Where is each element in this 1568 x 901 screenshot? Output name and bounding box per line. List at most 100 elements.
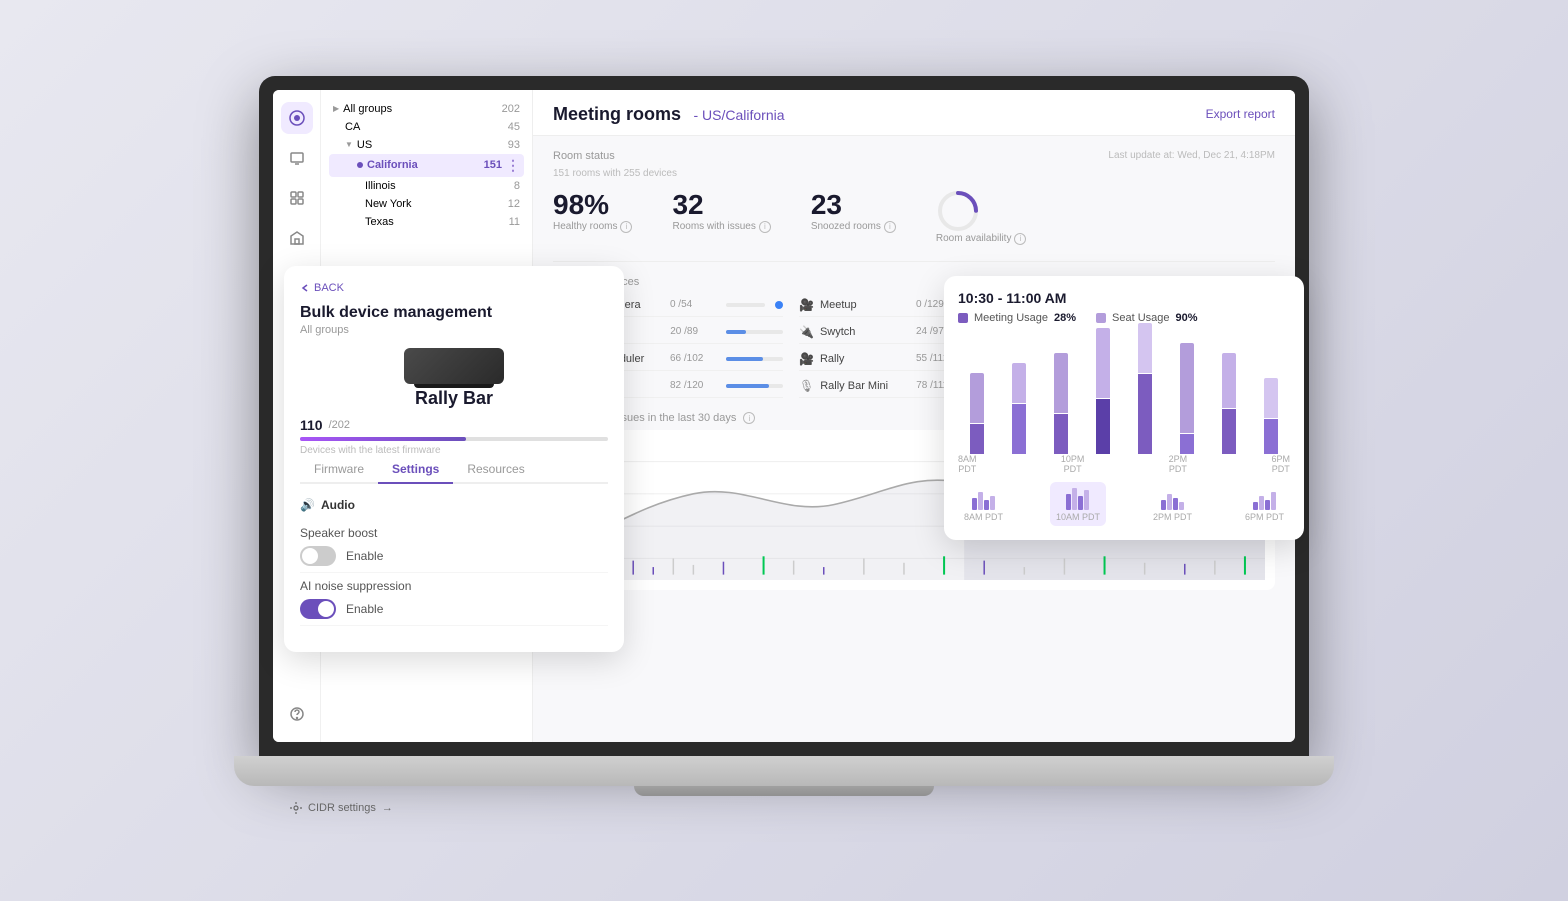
info-snoozed: i: [884, 221, 896, 233]
mini-bar: [1173, 498, 1178, 510]
stat-snoozed: 23 Snoozed rooms i: [811, 189, 896, 245]
tab-settings[interactable]: Settings: [378, 456, 453, 484]
legend-meeting: Meeting Usage 28%: [958, 312, 1076, 324]
tree-item-illinois[interactable]: Illinois 8: [329, 177, 524, 195]
stat-value-snoozed: 23: [811, 189, 896, 221]
export-report-button[interactable]: Export report: [1206, 107, 1275, 121]
page-title: Meeting rooms: [553, 104, 681, 124]
mini-group-2pm[interactable]: 2PM PDT: [1147, 482, 1198, 526]
info-issues: i: [759, 221, 771, 233]
firmware-count: 110: [300, 417, 323, 433]
nav-icon-dashboard[interactable]: [281, 102, 313, 134]
mini-bar: [972, 498, 977, 510]
bar-col-7: [1210, 353, 1248, 454]
mini-bar: [1271, 492, 1276, 510]
speaker-boost-toggle[interactable]: [300, 546, 336, 566]
mini-time-2pm: 2PM PDT: [1153, 512, 1192, 522]
bar-col-5: [1126, 323, 1164, 454]
nav-icon-analytics[interactable]: [281, 182, 313, 214]
audio-label: 🔊 Audio: [300, 498, 608, 512]
mini-bar: [1084, 490, 1089, 510]
info-healthy: i: [620, 221, 632, 233]
room-status-sub: 151 rooms with 255 devices: [553, 168, 677, 179]
ai-noise-toggle[interactable]: [300, 599, 336, 619]
mini-time-6pm: 6PM PDT: [1245, 512, 1284, 522]
stat-value-healthy: 98%: [553, 189, 632, 221]
tree-item-us[interactable]: ▼ US 93: [329, 136, 524, 154]
legend-seat-color: [1096, 313, 1106, 323]
mini-bar: [1066, 494, 1071, 510]
device-name-label: Rally Bar: [300, 388, 608, 409]
tab-resources[interactable]: Resources: [453, 456, 538, 484]
last-update: Last update at: Wed, Dec 21, 4:18PM: [1108, 150, 1275, 161]
time-label-6pm: 6PMPDT: [1271, 454, 1290, 474]
bar-wrap: [726, 357, 783, 361]
stat-label-snoozed: Snoozed rooms i: [811, 221, 896, 233]
mini-group-10am[interactable]: 10AM PDT: [1050, 482, 1106, 526]
tree-item-menu[interactable]: ⋮: [506, 157, 520, 174]
time-label-8am: 8AMPDT: [958, 454, 977, 474]
mini-bar: [984, 500, 989, 510]
mini-time-10am: 10AM PDT: [1056, 512, 1100, 522]
bulk-tabs: Firmware Settings Resources: [300, 456, 608, 484]
toggle-knob: [302, 548, 318, 564]
stat-healthy: 98% Healthy rooms i: [553, 189, 632, 245]
mini-bar: [1161, 500, 1166, 510]
tree-arrow-us: ▼: [345, 140, 353, 149]
bar-fill: [726, 357, 763, 361]
tree-item-california[interactable]: California 151 ⋮: [329, 154, 524, 177]
mini-bars-6pm: [1253, 486, 1276, 510]
audio-icon: 🔊: [300, 498, 315, 512]
ai-noise-row: AI noise suppression Enable: [300, 573, 608, 626]
mini-bar: [990, 496, 995, 510]
mini-bar: [1072, 488, 1077, 510]
bar-fill: [726, 330, 746, 334]
nav-icon-rooms[interactable]: [281, 222, 313, 254]
device-image: [404, 348, 504, 384]
firmware-total: /202: [329, 419, 350, 431]
mini-bar: [1253, 502, 1258, 510]
time-label-2pm: 2PMPDT: [1169, 454, 1188, 474]
mini-bar: [1167, 494, 1172, 510]
bulk-title: Bulk device management: [300, 304, 608, 322]
tree-item-ca[interactable]: CA 45: [329, 118, 524, 136]
info-chart: i: [743, 412, 755, 424]
bulk-subtitle: All groups: [300, 324, 608, 336]
tree-item-newyork[interactable]: New York 12: [329, 195, 524, 213]
bar-col-8: [1252, 378, 1290, 454]
bulk-device-panel: BACK Bulk device management All groups R…: [284, 266, 624, 652]
ai-noise-toggle-row: Enable: [300, 599, 608, 619]
bar-fill: [726, 384, 769, 388]
mini-bars-8am: [972, 486, 995, 510]
back-arrow-icon: [300, 283, 310, 293]
tree-item-all-groups[interactable]: ▶ All groups 202: [329, 100, 524, 118]
nav-icon-devices[interactable]: [281, 142, 313, 174]
availability-circle: [936, 189, 980, 233]
mini-group-6pm[interactable]: 6PM PDT: [1239, 482, 1290, 526]
rally-bar-mini-icon: 🎙: [799, 379, 814, 393]
stat-label-issues: Rooms with issues i: [672, 221, 770, 233]
main-header: Meeting rooms - US/California Export rep…: [533, 90, 1295, 136]
stat-issues: 32 Rooms with issues i: [672, 189, 770, 245]
stats-row: 98% Healthy rooms i 32 Rooms with issues…: [553, 179, 1275, 262]
chart-tooltip-panel: 10:30 - 11:00 AM Meeting Usage 28% Seat …: [944, 276, 1304, 540]
mini-time-8am: 8AM PDT: [964, 512, 1003, 522]
tree-item-texas[interactable]: Texas 11: [329, 213, 524, 231]
nav-icon-help[interactable]: [281, 698, 313, 730]
info-avail: i: [1014, 233, 1026, 245]
ai-noise-label: AI noise suppression: [300, 579, 608, 593]
bar-wrap: [726, 330, 783, 334]
mini-bar: [1259, 496, 1264, 510]
mini-group-8am[interactable]: 8AM PDT: [958, 482, 1009, 526]
time-label-10pm: 10PMPDT: [1061, 454, 1085, 474]
mini-bars-2pm: [1161, 486, 1184, 510]
stat-label-healthy: Healthy rooms i: [553, 221, 632, 233]
mini-bar: [1179, 502, 1184, 510]
ai-noise-toggle-label: Enable: [346, 602, 383, 616]
tooltip-time: 10:30 - 11:00 AM: [958, 290, 1290, 306]
tab-firmware[interactable]: Firmware: [300, 456, 378, 484]
bar-col-3: [1042, 353, 1080, 454]
mini-bar: [1265, 500, 1270, 510]
status-dot: [775, 301, 783, 309]
back-button[interactable]: BACK: [300, 282, 608, 294]
